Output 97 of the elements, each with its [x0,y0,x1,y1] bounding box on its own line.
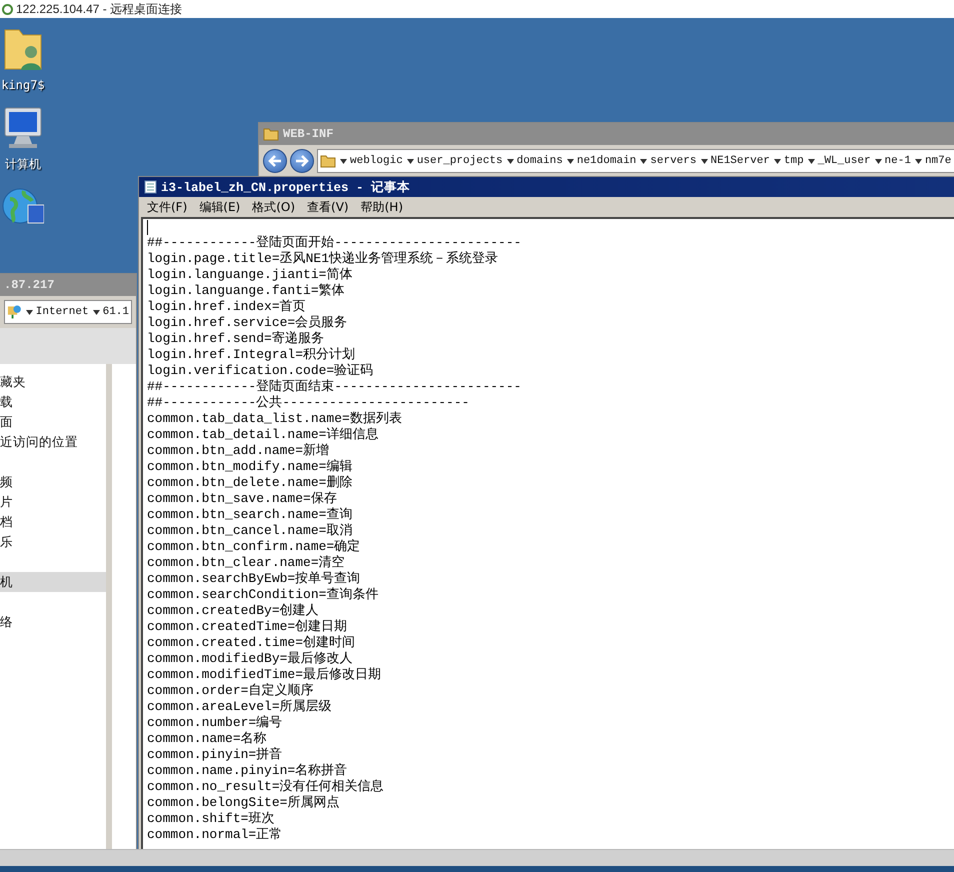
nav-item[interactable]: 机 [0,572,106,592]
text-line: common.no_result=没有任何相关信息 [147,779,385,795]
caret-icon [92,310,100,314]
text-line: common.btn_confirm.name=确定 [147,539,362,555]
window-title: .87.217 [4,278,54,292]
text-line: common.shift=班次 [147,811,276,827]
breadcrumb-item[interactable]: tmp [774,155,804,167]
breadcrumb-item[interactable]: servers [640,155,696,167]
menu-item[interactable]: 帮助(H) [360,198,403,216]
nav-item[interactable]: 近访问的位置 [0,432,106,452]
nav-item[interactable]: 络 [0,612,106,632]
breadcrumb-item[interactable]: ne-1 [874,155,911,167]
text-line: common.btn_modify.name=编辑 [147,459,354,475]
breadcrumb-item[interactable]: NE1Server [700,155,770,167]
breadcrumb-item[interactable]: weblogic [340,155,403,167]
text-line: common.btn_save.name=保存 [147,491,338,507]
text-line: login.languange.jianti=简体 [147,267,354,283]
text-line: common.number=编号 [147,715,284,731]
folder-icon [263,126,279,142]
remote-desktop-icon [2,4,13,14]
breadcrumb-item[interactable]: user_projects [406,155,503,167]
text-line: login.href.send=寄递服务 [147,331,325,347]
text-line: common.btn_search.name=查询 [147,507,354,523]
breadcrumb-item[interactable]: domains [506,155,563,167]
text-line: common.createdTime=创建日期 [147,619,348,635]
notepad-icon [144,180,157,194]
text-line: login.href.Integral=积分计划 [147,347,356,363]
text-line: ##------------公共------------------------ [147,395,470,411]
folder-icon [320,153,336,169]
text-line: login.page.title=丞风NE1快递业务管理系统－系统登录 [147,251,500,267]
text-line: common.tab_detail.name=详细信息 [147,427,380,443]
breadcrumb-item[interactable]: 61.1 [92,306,129,318]
window-title: 122.225.104.47 - 远程桌面连接 [16,0,182,18]
icon-label: king7$ [1,78,45,92]
nav-item[interactable]: 面 [0,412,106,432]
text-line: common.name.pinyin=名称拼音 [147,763,348,779]
text-line: common.searchByEwb=按单号查询 [147,571,362,587]
text-line: common.normal=正常 [147,827,284,843]
text-line: common.searchCondition=查询条件 [147,587,380,603]
text-line: login.verification.code=验证码 [147,363,374,379]
caret-icon [340,158,347,164]
text-line: common.name=名称 [147,731,268,747]
text-line: common.createdBy=创建人 [147,603,320,619]
text-line: ##------------登陆页面开始------------------------ [147,235,522,251]
globe-icon[interactable] [2,187,44,225]
menu-item[interactable]: 编辑(E) [199,198,240,216]
caret-icon [406,158,414,164]
text-line: login.href.index=首页 [147,299,307,315]
breadcrumb-item[interactable]: ne1domain [566,155,636,167]
text-line: common.areaLevel=所属层级 [147,699,333,715]
window-title: WEB-INF [283,127,334,141]
nav-item[interactable]: 藏夹 [0,372,106,392]
network-icon [7,304,22,320]
text-line: common.belongSite=所属网点 [147,795,340,811]
nav-item[interactable]: 频 [0,472,106,492]
caret-icon [914,158,922,164]
nav-item[interactable]: 乐 [0,532,106,552]
text-line: common.btn_clear.name=清空 [147,555,346,571]
address-bar[interactable]: Internet 61.1 [4,300,132,324]
text-line: ##------------登陆页面结束------------------------ [147,379,522,395]
back-button[interactable] [263,149,287,173]
right-arrow-icon [295,155,309,167]
text-line: common.pinyin=拼音 [147,747,284,763]
nav-item[interactable]: 片 [0,492,106,512]
caret-icon [774,158,781,164]
text-line: login.languange.fanti=繁体 [147,283,346,299]
caret-icon [26,310,33,314]
icon-label: 计算机 [5,156,41,173]
text-line: common.order=自定义顺序 [147,683,314,699]
text-line: common.btn_cancel.name=取消 [147,523,354,539]
text-cursor [147,220,148,235]
caret-icon [874,158,882,164]
text-line: common.btn_add.name=新增 [147,443,330,459]
caret-icon [808,158,815,164]
breadcrumb-item[interactable]: Internet [26,306,89,318]
caret-icon [640,158,648,164]
text-line: common.btn_delete.name=删除 [147,475,354,491]
address-bar[interactable]: weblogic user_projects domains ne1domain servers NE1Server tmp _WL_user ne-1 nm7e [317,149,954,173]
menu-item[interactable]: 格式(O) [252,198,296,216]
text-line: login.href.service=会员服务 [147,315,348,331]
breadcrumb-item[interactable]: nm7e [914,155,952,167]
caret-icon [700,158,708,164]
text-line: common.modifiedTime=最后修改日期 [147,667,382,683]
left-arrow-icon [268,155,282,167]
window-title: i3-label_zh_CN.properties - 记事本 [161,180,410,196]
breadcrumb-item[interactable]: _WL_user [808,155,871,167]
menu-item[interactable]: 查看(V) [307,198,349,216]
forward-button[interactable] [290,149,314,173]
horizontal-scrollbar[interactable] [0,849,954,866]
text-line: common.tab_data_list.name=数据列表 [147,411,403,427]
nav-item[interactable]: 档 [0,512,106,532]
menu-item[interactable]: 文件(F) [147,198,188,216]
text-line: common.modifiedBy=最后修改人 [147,651,354,667]
text-line: common.created.time=创建时间 [147,635,356,651]
nav-item[interactable]: 载 [0,392,106,412]
caret-icon [566,158,574,164]
caret-icon [506,158,514,164]
